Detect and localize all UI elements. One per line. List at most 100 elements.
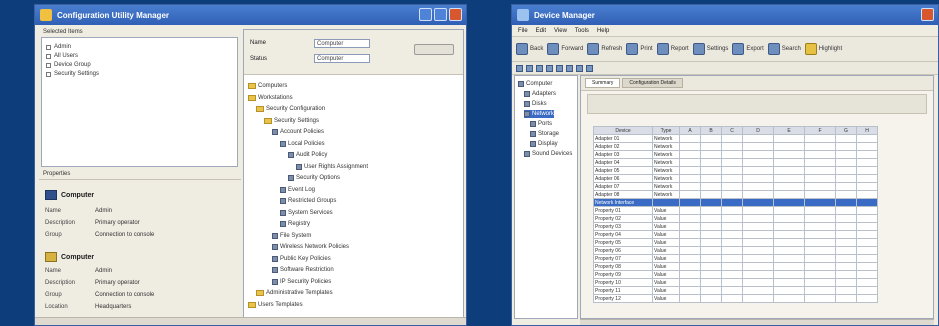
forward-icon[interactable] [526,64,533,72]
help-icon[interactable] [576,64,583,72]
column-header[interactable]: C [721,126,743,135]
tree-node[interactable]: Event Log [280,186,315,194]
tree-node[interactable]: Administrative Templates [256,289,333,297]
device-tree-node[interactable]: Storage [530,130,559,138]
table-row[interactable]: Property 03 Value [593,222,878,231]
toolbar-button-highlight[interactable]: Highlight [804,41,842,57]
horizontal-scrollbar[interactable] [580,319,934,325]
tab-0[interactable]: Summary [585,78,621,88]
column-header[interactable]: H [856,126,878,135]
maximize-button[interactable] [434,8,447,21]
properties-icon[interactable] [556,64,563,72]
table-row[interactable]: Property 06 Value [593,246,878,255]
table-row[interactable]: Property 12 Value [593,294,878,303]
tree-node[interactable]: Security Options [288,174,340,182]
tree-node[interactable]: IP Security Policies [272,278,331,286]
list-item[interactable]: Admin [46,43,233,51]
device-tree-node[interactable]: Adapters [524,90,556,98]
tree-node[interactable]: Account Policies [272,128,324,136]
table-row[interactable]: Adapter 03 Network [593,150,878,159]
toolbar-button-print[interactable]: Print [626,41,653,57]
table-row[interactable]: Property 04 Value [593,230,878,239]
tree-node[interactable]: Computers [248,82,287,90]
refresh-icon[interactable] [566,64,573,72]
device-table[interactable]: Device Type A B C D E F G H Adapter 01 Network Adapt… [593,126,878,303]
toolbar-button-forward[interactable]: Forward [547,41,583,57]
tree-node[interactable]: Local Policies [280,140,325,148]
table-row[interactable]: Adapter 02 Network [593,142,878,151]
column-header[interactable]: G [835,126,857,135]
tree-node[interactable]: Workstations [248,94,293,102]
menu-item-help[interactable]: Help [597,28,609,34]
table-row[interactable]: Adapter 07 Network [593,182,878,191]
table-row[interactable]: Property 08 Value [593,262,878,271]
selected-items-list[interactable]: Admin All Users Device Group Security Setti… [41,37,238,167]
list-item[interactable]: All Users [46,52,233,60]
menu-item-edit[interactable]: Edit [536,28,546,34]
device-tree-node[interactable]: Computer [518,80,552,88]
close-button[interactable] [921,8,934,21]
table-row[interactable]: Property 07 Value [593,254,878,263]
list-item[interactable]: Device Group [46,61,233,69]
tree-node[interactable]: Security Configuration [256,105,325,113]
device-tree-pane[interactable]: Computer Adapters Disks Network Ports Storage… [514,75,578,319]
configuration-tree[interactable]: Computers Workstations Security Configurat… [244,78,463,322]
tree-node[interactable]: File System [272,232,311,240]
table-row[interactable]: Property 11 Value [593,286,878,295]
column-header[interactable]: E [773,126,805,135]
device-tree-node[interactable]: Display [530,140,558,148]
column-header[interactable]: B [700,126,722,135]
up-icon[interactable] [536,64,543,72]
table-row[interactable]: Property 01 Value [593,206,878,215]
table-row[interactable]: Adapter 04 Network [593,158,878,167]
tree-node[interactable]: Restricted Groups [280,197,336,205]
tree-node[interactable]: Security Settings [264,117,319,125]
table-row[interactable]: Adapter 05 Network [593,166,878,175]
device-tree-node[interactable]: Ports [530,120,552,128]
tab-1[interactable]: Configuration Details [622,78,683,88]
column-header[interactable]: D [742,126,774,135]
table-row[interactable]: Adapter 08 Network [593,190,878,199]
tree-node[interactable]: User Rights Assignment [296,163,368,171]
minimize-button[interactable] [419,8,432,21]
toolbar-button-back[interactable]: Back [516,41,543,57]
column-header[interactable]: Type [652,126,680,135]
tree-node[interactable]: Wireless Network Policies [272,243,349,251]
table-row[interactable]: Property 05 Value [593,238,878,247]
tree-node[interactable]: Audit Policy [288,151,327,159]
column-header[interactable]: A [679,126,701,135]
device-tree-node[interactable]: Disks [524,100,547,108]
table-row[interactable]: Property 02 Value [593,214,878,223]
column-header[interactable]: F [804,126,836,135]
toolbar-button-report[interactable]: Report [656,41,689,57]
table-row[interactable]: Property 09 Value [593,270,878,279]
tree-node[interactable]: Users Templates [248,301,303,309]
back-icon[interactable] [516,64,523,72]
menu-item-file[interactable]: File [518,28,528,34]
toolbar-button-refresh[interactable]: Refresh [587,41,622,57]
device-tree-node[interactable]: Sound Devices [524,150,572,158]
tree-node[interactable]: Registry [280,220,310,228]
device-tree-node[interactable]: Network [524,110,555,118]
tree-node[interactable]: Public Key Policies [272,255,331,263]
view-icon[interactable] [546,64,553,72]
close-button[interactable] [449,8,462,21]
selected-table-row[interactable]: Network Interface [593,198,878,207]
tree-node[interactable]: System Services [280,209,333,217]
table-row[interactable]: Property 10 Value [593,278,878,287]
left-window-titlebar[interactable]: Configuration Utility Manager [35,5,466,25]
toolbar-button-settings[interactable]: Settings [692,41,728,57]
tree-node[interactable]: Software Restriction [272,266,334,274]
form-field-2[interactable]: Computer [314,54,370,63]
menu-item-tools[interactable]: Tools [575,28,589,34]
form-field-1[interactable]: Computer [314,39,370,48]
list-item[interactable]: Security Settings [46,70,233,78]
form-apply-button[interactable] [414,44,454,55]
table-row[interactable]: Adapter 01 Network [593,134,878,143]
filter-icon[interactable] [586,64,593,72]
right-window-titlebar[interactable]: Device Manager [512,5,938,25]
table-row[interactable]: Adapter 06 Network [593,174,878,183]
column-header[interactable]: Device [593,126,653,135]
toolbar-button-export[interactable]: Export [732,41,764,57]
menu-item-view[interactable]: View [554,28,567,34]
